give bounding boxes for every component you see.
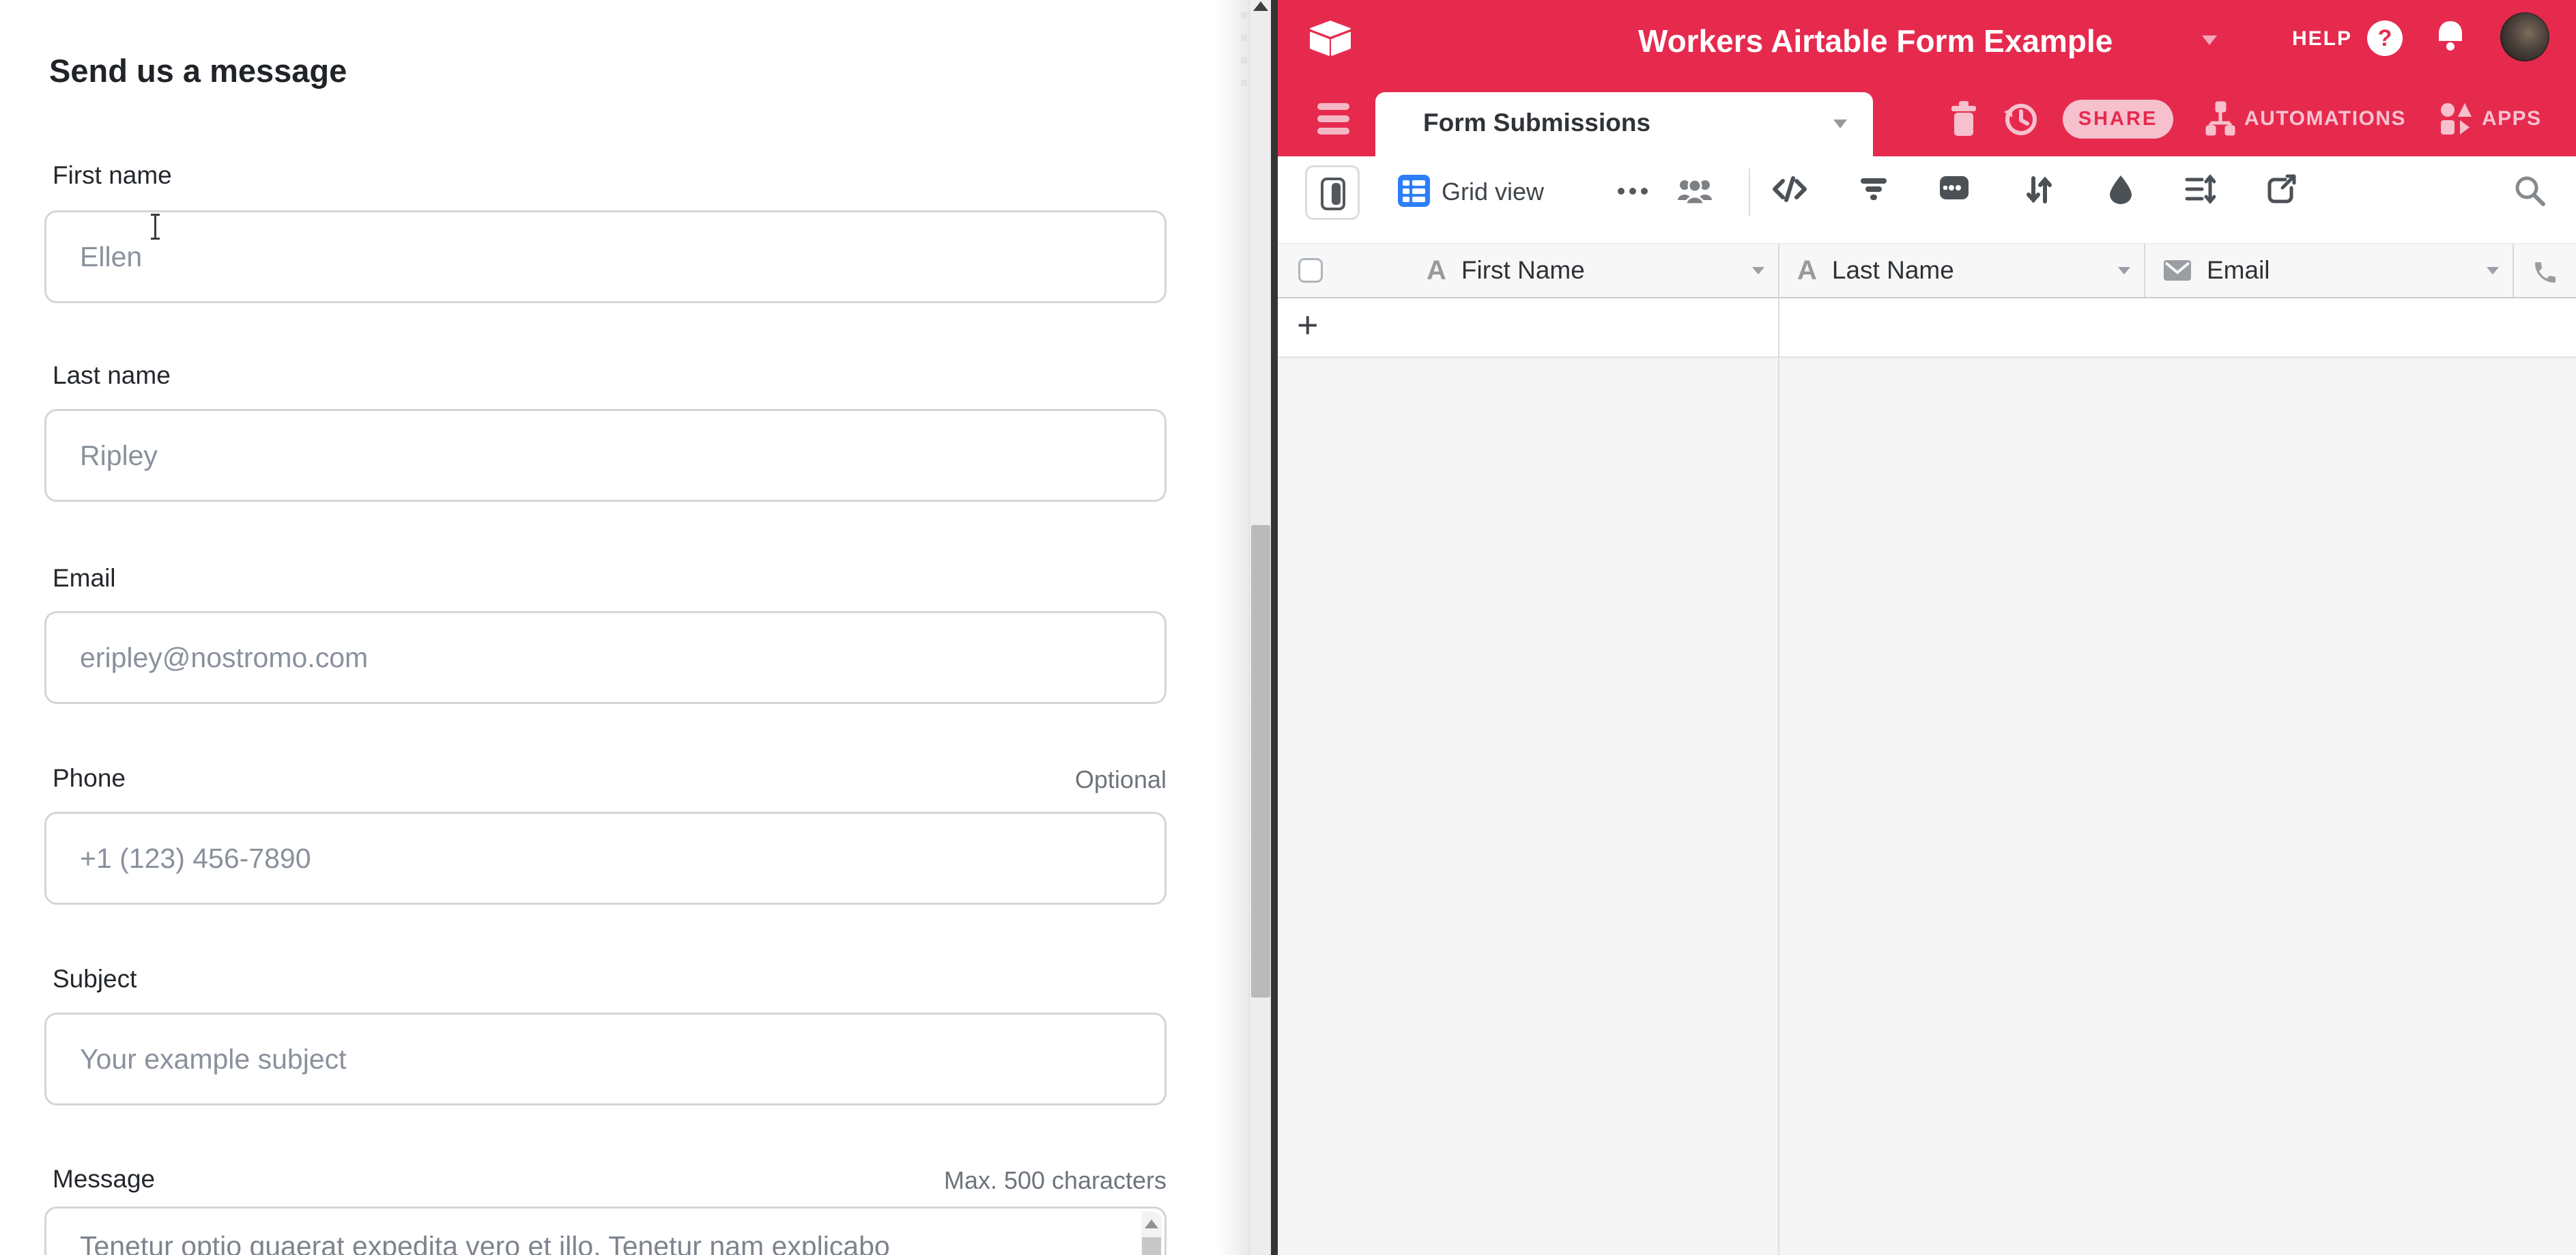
notifications-bell-icon[interactable] xyxy=(2434,19,2467,55)
email-field[interactable] xyxy=(44,611,1167,704)
filter-icon[interactable] xyxy=(1858,174,1896,210)
field-label-row: First name xyxy=(44,161,1167,193)
chevron-down-icon[interactable] xyxy=(2487,267,2499,274)
first-name-label: First name xyxy=(53,161,172,190)
more-options-icon[interactable] xyxy=(1618,188,1652,195)
chevron-down-icon xyxy=(1833,119,1847,128)
column-label: Last Name xyxy=(1832,256,1954,285)
subject-field[interactable] xyxy=(44,1013,1167,1105)
grid-empty-area xyxy=(1278,358,2576,1255)
message-textarea[interactable]: Tenetur optio quaerat expedita vero et i… xyxy=(44,1207,1167,1255)
message-text: Tenetur optio quaerat expedita vero et i… xyxy=(80,1230,1124,1255)
collaborators-icon[interactable] xyxy=(1676,177,1713,206)
scroll-up-arrow-icon[interactable] xyxy=(1253,1,1268,11)
field-label-row: Phone Optional xyxy=(44,764,1167,795)
sort-icon[interactable] xyxy=(2023,174,2061,210)
column-divider xyxy=(1778,298,1779,1255)
chevron-down-icon[interactable] xyxy=(2118,267,2130,274)
text-field-icon: A xyxy=(1797,255,1817,286)
automations-label: AUTOMATIONS xyxy=(2244,107,2406,130)
airtable-pane: Workers Airtable Form Example HELP ? For… xyxy=(1278,0,2576,1255)
table-tab-label: Form Submissions xyxy=(1423,109,1650,137)
column-header-email[interactable]: Email xyxy=(2145,244,2514,297)
search-icon[interactable] xyxy=(2513,174,2551,210)
chevron-down-icon xyxy=(2202,36,2217,45)
help-circle-icon[interactable]: ? xyxy=(2367,20,2403,56)
contact-form-pane: Send us a message First name Last name E… xyxy=(0,0,1216,1255)
phone-field[interactable] xyxy=(44,812,1167,905)
group-icon[interactable] xyxy=(1938,174,1977,210)
view-name[interactable]: Grid view xyxy=(1442,178,1544,206)
phone-icon xyxy=(2532,259,2560,282)
last-name-input[interactable] xyxy=(44,409,1167,502)
page-scrollbar[interactable] xyxy=(1249,0,1271,1255)
apps-icon xyxy=(2439,101,2474,137)
apps-button[interactable]: APPS xyxy=(2439,101,2542,137)
add-row[interactable]: + xyxy=(1278,298,2576,358)
toolbar-divider xyxy=(1749,169,1750,216)
column-label: Email xyxy=(2207,256,2270,285)
page-scrollbar-thumb[interactable] xyxy=(1251,525,1270,998)
hide-fields-icon[interactable] xyxy=(1771,174,1809,210)
phone-label: Phone xyxy=(53,764,126,793)
max-characters-note: Max. 500 characters xyxy=(944,1166,1167,1195)
page: Send us a message First name Last name E… xyxy=(0,0,2576,1255)
last-name-label: Last name xyxy=(53,361,171,390)
base-title[interactable]: Workers Airtable Form Example xyxy=(1638,23,2113,59)
view-toolbar: Grid view xyxy=(1278,156,2576,243)
field-label-row: Email xyxy=(44,564,1167,595)
airtable-logo-icon[interactable] xyxy=(1306,18,1354,59)
field-label-row: Message Max. 500 characters xyxy=(44,1165,1167,1196)
field-label-row: Subject xyxy=(44,965,1167,996)
textarea-scrollbar[interactable] xyxy=(1141,1211,1162,1255)
toggle-view-sidebar-button[interactable] xyxy=(1305,165,1360,220)
question-mark-glyph: ? xyxy=(2378,25,2392,52)
row-height-icon[interactable] xyxy=(2184,174,2222,210)
sidebar-icon xyxy=(1321,178,1345,210)
apps-label: APPS xyxy=(2482,107,2542,130)
text-field-icon: A xyxy=(1427,255,1446,286)
column-header-first-name[interactable]: A First Name xyxy=(1278,244,1779,297)
grid-header-row: A First Name A Last Name Email xyxy=(1278,243,2576,298)
email-icon xyxy=(2163,259,2192,282)
field-label-row: Last name xyxy=(44,361,1167,393)
help-button[interactable]: HELP xyxy=(2292,27,2352,51)
tab-form-submissions[interactable]: Form Submissions xyxy=(1375,92,1873,156)
automations-icon xyxy=(2205,101,2236,137)
select-all-checkbox[interactable] xyxy=(1298,258,1323,283)
grid-view-icon[interactable] xyxy=(1398,175,1430,207)
email-label: Email xyxy=(53,564,116,593)
message-label: Message xyxy=(53,1165,155,1194)
text-cursor-icon xyxy=(154,214,156,240)
column-header-phone[interactable]: Phone xyxy=(2514,244,2576,297)
chevron-down-icon[interactable] xyxy=(1752,267,1764,274)
history-icon[interactable] xyxy=(2003,101,2038,137)
automations-button[interactable]: AUTOMATIONS xyxy=(2205,101,2406,137)
menu-icon[interactable] xyxy=(1317,103,1349,136)
avatar[interactable] xyxy=(2500,12,2549,61)
textarea-scrollbar-thumb[interactable] xyxy=(1142,1237,1161,1255)
window-divider xyxy=(1271,0,1278,1255)
column-label: First Name xyxy=(1461,256,1585,285)
share-view-icon[interactable] xyxy=(2266,174,2304,210)
color-fill-icon[interactable] xyxy=(2105,174,2143,210)
scroll-up-arrow-icon[interactable] xyxy=(1145,1219,1158,1228)
share-label: SHARE xyxy=(2078,108,2158,130)
form-heading: Send us a message xyxy=(49,52,347,89)
column-header-last-name[interactable]: A Last Name xyxy=(1779,244,2145,297)
trash-icon[interactable] xyxy=(1948,101,1979,137)
share-button[interactable]: SHARE xyxy=(2063,100,2173,139)
first-name-input[interactable] xyxy=(44,210,1167,303)
scroll-gutter xyxy=(1216,0,1249,1255)
subject-label: Subject xyxy=(53,965,137,993)
add-record-icon[interactable]: + xyxy=(1297,304,1319,346)
optional-note: Optional xyxy=(1075,765,1167,794)
